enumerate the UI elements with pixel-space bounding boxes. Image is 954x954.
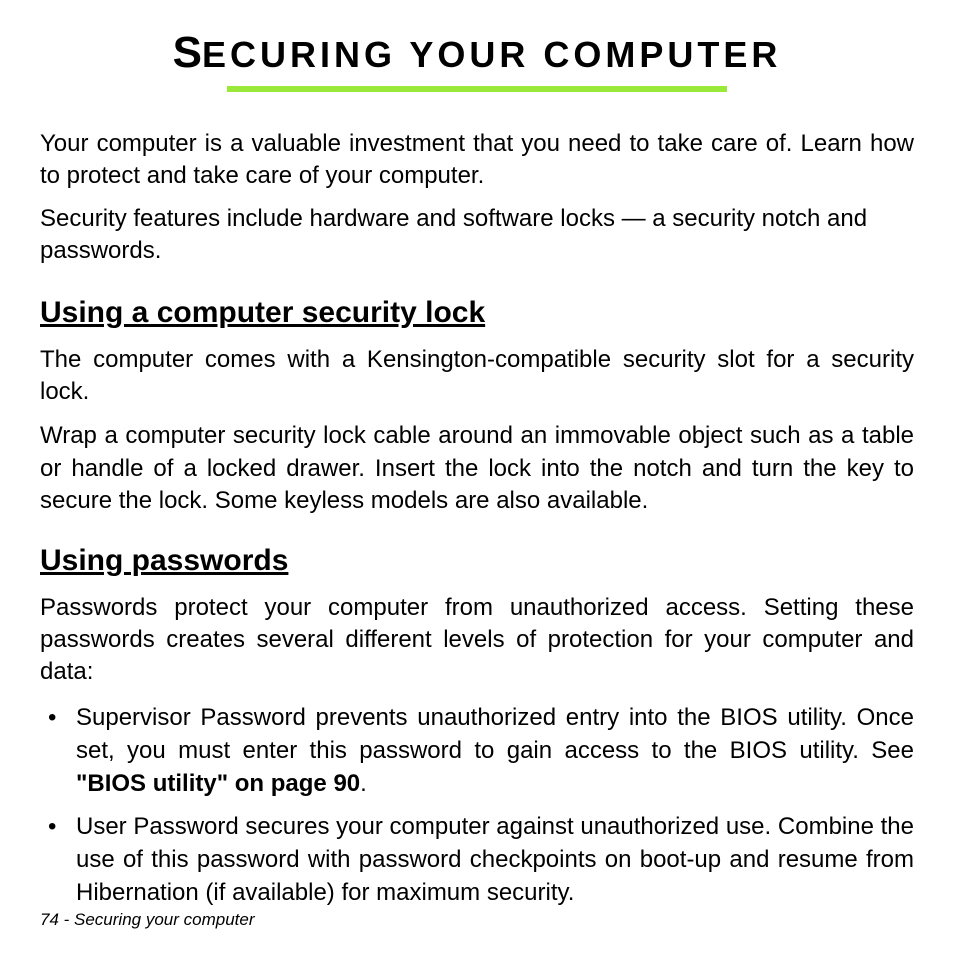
- title-rest: ECURING YOUR COMPUTER: [202, 34, 781, 75]
- title-first-letter: S: [173, 28, 202, 77]
- section2-paragraph-1: Passwords protect your computer from una…: [40, 592, 914, 689]
- section1-paragraph-1: The computer comes with a Kensington-com…: [40, 344, 914, 409]
- section-heading-passwords: Using passwords: [40, 544, 914, 578]
- bullet-text-post: .: [360, 770, 367, 797]
- intro-paragraph-2: Security features include hardware and s…: [40, 203, 914, 268]
- title-underline: [227, 86, 727, 92]
- section-heading-security-lock: Using a computer security lock: [40, 296, 914, 330]
- bullet-text: User Password secures your computer agai…: [76, 813, 914, 906]
- list-item: Supervisor Password prevents unauthorize…: [40, 701, 914, 800]
- bullet-text-pre: Supervisor Password prevents unauthorize…: [76, 704, 914, 764]
- list-item: User Password secures your computer agai…: [40, 810, 914, 909]
- page-title: SECURING YOUR COMPUTER: [40, 28, 914, 78]
- intro-paragraph-1: Your computer is a valuable investment t…: [40, 128, 914, 193]
- section1-paragraph-2: Wrap a computer security lock cable arou…: [40, 420, 914, 517]
- bios-utility-reference: "BIOS utility" on page 90: [76, 770, 360, 797]
- page-footer: 74 - Securing your computer: [40, 910, 255, 930]
- password-bullet-list: Supervisor Password prevents unauthorize…: [40, 701, 914, 910]
